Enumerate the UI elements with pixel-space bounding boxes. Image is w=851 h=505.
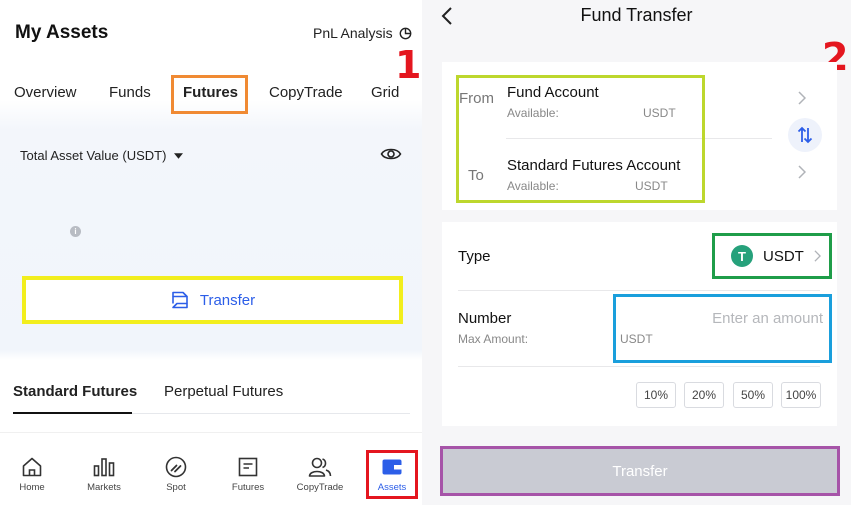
transfer-icon bbox=[172, 291, 188, 309]
nav-markets[interactable]: Markets bbox=[74, 455, 134, 493]
nav-futures[interactable]: Futures bbox=[218, 455, 278, 493]
percent-10-button[interactable]: 10% bbox=[636, 382, 676, 408]
tab-copytrade[interactable]: CopyTrade bbox=[269, 84, 343, 101]
transfer-button-label: Transfer bbox=[199, 291, 256, 309]
chevron-right-icon[interactable] bbox=[798, 165, 807, 184]
tether-icon: T bbox=[731, 245, 753, 267]
swap-arrows-icon bbox=[797, 126, 813, 144]
percent-20-button[interactable]: 20% bbox=[684, 382, 724, 408]
pie-chart-icon bbox=[399, 27, 412, 39]
home-icon bbox=[22, 457, 42, 477]
subtab-perpetual-futures[interactable]: Perpetual Futures bbox=[164, 383, 283, 400]
percent-50-button[interactable]: 50% bbox=[733, 382, 773, 408]
coin-type-value: USDT bbox=[763, 247, 804, 265]
users-icon bbox=[308, 457, 332, 477]
transfer-button[interactable]: Transfer bbox=[22, 276, 403, 324]
number-label: Number bbox=[458, 310, 512, 327]
nav-markets-label: Markets bbox=[87, 482, 121, 493]
my-assets-screen: My Assets PnL Analysis 1 Overview Funds … bbox=[0, 0, 422, 505]
tab-grid[interactable]: Grid bbox=[371, 84, 399, 101]
nav-futures-label: Futures bbox=[231, 482, 265, 493]
assets-nav-highlight bbox=[366, 450, 418, 499]
bar-chart-icon bbox=[93, 458, 115, 477]
active-subtab-indicator bbox=[13, 412, 132, 414]
nav-spot[interactable]: Spot bbox=[146, 455, 206, 493]
percent-100-button[interactable]: 100% bbox=[781, 382, 821, 408]
type-divider bbox=[458, 290, 820, 291]
nav-home-label: Home bbox=[19, 482, 45, 493]
type-label: Type bbox=[458, 248, 491, 265]
subtab-standard-futures[interactable]: Standard Futures bbox=[13, 383, 137, 400]
nav-spot-label: Spot bbox=[166, 482, 186, 493]
pnl-analysis-link[interactable]: PnL Analysis bbox=[313, 25, 412, 41]
tab-funds[interactable]: Funds bbox=[109, 84, 151, 101]
futures-subtabs: Standard Futures Perpetual Futures bbox=[0, 360, 422, 422]
caret-down-icon bbox=[174, 152, 184, 159]
page-title: My Assets bbox=[15, 22, 109, 43]
coin-type-selector[interactable]: T USDT bbox=[712, 233, 832, 279]
pnl-analysis-label: PnL Analysis bbox=[313, 25, 393, 41]
spot-icon bbox=[165, 456, 187, 478]
total-asset-value-selector[interactable]: Total Asset Value (USDT) bbox=[20, 148, 184, 163]
amount-highlight bbox=[613, 294, 832, 363]
eye-icon[interactable] bbox=[380, 146, 402, 167]
nav-home[interactable]: Home bbox=[2, 455, 62, 493]
total-asset-value-label: Total Asset Value (USDT) bbox=[20, 148, 167, 163]
chevron-right-icon bbox=[814, 250, 821, 262]
swap-accounts-button[interactable] bbox=[788, 118, 822, 152]
nav-copytrade[interactable]: CopyTrade bbox=[290, 455, 350, 493]
fund-transfer-screen: Fund Transfer 2 From Fund Account Availa… bbox=[422, 0, 851, 505]
page-title: Fund Transfer bbox=[580, 5, 693, 25]
amount-divider bbox=[458, 366, 820, 367]
info-icon[interactable]: i bbox=[70, 226, 81, 237]
bottom-navigation: Home Markets Spot Futures CopyTrade Asse… bbox=[0, 432, 422, 505]
futures-tab-highlight bbox=[171, 75, 248, 114]
confirm-transfer-button[interactable]: Transfer bbox=[440, 446, 840, 496]
futures-icon bbox=[238, 457, 258, 477]
tab-overview[interactable]: Overview bbox=[14, 84, 77, 101]
chevron-right-icon[interactable] bbox=[798, 91, 807, 110]
nav-copytrade-label: CopyTrade bbox=[296, 482, 344, 493]
max-amount-label: Max Amount: bbox=[458, 332, 529, 346]
accounts-highlight bbox=[456, 75, 705, 203]
